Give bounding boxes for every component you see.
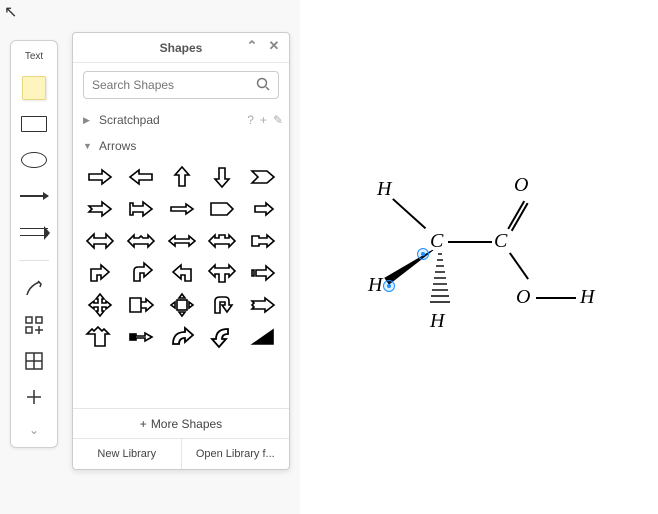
arrow-t[interactable] — [205, 259, 239, 287]
search-box[interactable] — [83, 71, 279, 99]
atom-h-top[interactable]: H — [377, 178, 391, 201]
selection-handle[interactable] — [417, 248, 429, 260]
arrow-bend-right[interactable] — [124, 259, 158, 287]
mouse-cursor: ↖ — [4, 2, 17, 22]
arrows-section[interactable]: ▼ Arrows — [83, 133, 283, 159]
arrow-shape-grid — [83, 159, 283, 355]
arrow-left-block[interactable] — [124, 163, 158, 191]
arrow-right-block[interactable] — [83, 163, 117, 191]
arrow-double-cut[interactable] — [205, 227, 239, 255]
bond-c-h-hash[interactable] — [428, 252, 452, 314]
close-icon[interactable]: ✕ — [265, 37, 283, 55]
atom-h-hydroxyl[interactable]: H — [580, 286, 594, 309]
bond-c-o-double[interactable] — [507, 201, 524, 229]
text-tool[interactable]: Text — [25, 51, 43, 62]
arrow-quad[interactable] — [83, 291, 117, 319]
section-label: Arrows — [99, 139, 136, 153]
drawing-canvas[interactable]: H H C H C O O H — [300, 0, 658, 514]
atom-o-double[interactable]: O — [514, 174, 528, 197]
caret-right-icon: ▶ — [83, 115, 93, 126]
expand-toolbar[interactable]: ⌄ — [18, 423, 50, 437]
arrow-double-horiz[interactable] — [83, 227, 117, 255]
mini-toolbar: Text ⌄ — [10, 40, 58, 448]
arrow-right-jagged[interactable] — [246, 291, 280, 319]
arrow-up-block[interactable] — [165, 163, 199, 191]
ellipse-tool[interactable] — [18, 150, 50, 170]
panel-body: ▶ Scratchpad ? + ✎ ▼ Arrows — [73, 107, 289, 408]
bond-c-o-single[interactable] — [509, 252, 529, 279]
arrow-right-box[interactable] — [246, 227, 280, 255]
plus-icon: + — [140, 417, 147, 431]
bond-c-c[interactable] — [448, 241, 492, 243]
arrow-down-block[interactable] — [205, 163, 239, 191]
shapes-panel: Shapes ⌃ ✕ ▶ Scratchpad ? + ✎ ▼ Arrows — [72, 32, 290, 470]
add-shape-tool[interactable] — [18, 315, 50, 335]
caret-down-icon: ▼ — [83, 141, 93, 151]
molecule-drawing[interactable]: H H C H C O O H — [330, 170, 610, 350]
collapse-icon[interactable]: ⌃ — [243, 37, 261, 55]
selection-handle[interactable] — [383, 280, 395, 292]
scratchpad-help[interactable]: ? — [247, 113, 254, 127]
table-tool[interactable] — [18, 351, 50, 371]
arrow-head-solid[interactable] — [246, 323, 280, 351]
arrow-double-ragged[interactable] — [124, 227, 158, 255]
double-line-arrow-tool[interactable] — [18, 222, 50, 242]
arrow-right-open[interactable] — [124, 323, 158, 351]
new-library-button[interactable]: New Library — [73, 439, 182, 469]
freehand-tool[interactable] — [18, 279, 50, 299]
arrow-chevron-right[interactable] — [246, 163, 280, 191]
arrow-callout-right[interactable] — [124, 291, 158, 319]
line-tool[interactable] — [18, 186, 50, 206]
more-shapes-button[interactable]: + More Shapes — [73, 409, 289, 439]
arrow-corner-ul[interactable] — [165, 259, 199, 287]
atom-c-right[interactable]: C — [494, 230, 507, 253]
arrow-quad-box[interactable] — [165, 291, 199, 319]
arrow-corner-ur[interactable] — [83, 259, 117, 287]
scratchpad-edit[interactable]: ✎ — [273, 113, 283, 127]
arrow-double-slim[interactable] — [165, 227, 199, 255]
plus-tool[interactable] — [18, 387, 50, 407]
search-icon[interactable] — [256, 77, 270, 94]
open-library-button[interactable]: Open Library f... — [182, 439, 290, 469]
panel-title: Shapes — [160, 41, 203, 55]
atom-h-left[interactable]: H — [368, 274, 382, 297]
divider — [19, 260, 49, 261]
atom-o-single[interactable]: O — [516, 286, 530, 309]
section-label: Scratchpad — [99, 113, 160, 127]
bond-o-h[interactable] — [536, 297, 576, 299]
more-shapes-label: More Shapes — [151, 417, 222, 431]
arrow-pentagon[interactable] — [205, 195, 239, 223]
scratchpad-add[interactable]: + — [260, 113, 267, 127]
arrow-curve-down[interactable] — [205, 323, 239, 351]
bond-h-c-top[interactable] — [392, 198, 426, 229]
arrow-cross-2[interactable] — [83, 323, 117, 351]
panel-header: Shapes ⌃ ✕ — [73, 33, 289, 63]
scratchpad-section[interactable]: ▶ Scratchpad ? + ✎ — [83, 107, 283, 133]
arrow-right-stripe[interactable] — [246, 259, 280, 287]
search-input[interactable] — [92, 78, 256, 92]
arrow-u-turn[interactable] — [205, 291, 239, 319]
arrow-right-tail[interactable] — [124, 195, 158, 223]
arrow-right-slim[interactable] — [165, 195, 199, 223]
rectangle-tool[interactable] — [18, 114, 50, 134]
arrow-right-notch[interactable] — [83, 195, 117, 223]
panel-footer: + More Shapes New Library Open Library f… — [73, 408, 289, 469]
arrow-curve-right[interactable] — [165, 323, 199, 351]
arrow-right-small[interactable] — [246, 195, 280, 223]
sticky-note-tool[interactable] — [18, 78, 50, 98]
